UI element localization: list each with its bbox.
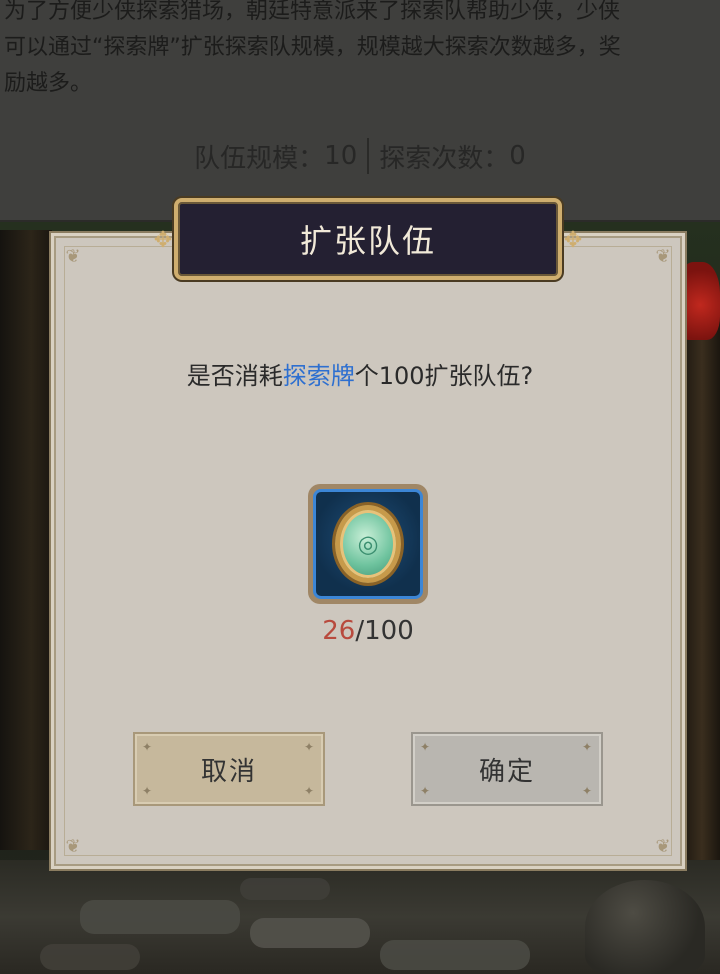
description-line: 可以通过“探索牌”扩张探索队规模，规模越大探索次数越多，奖 (4, 35, 621, 60)
confirm-button-label: 确定 (478, 756, 535, 787)
dialog-title: 扩张队伍 (299, 222, 436, 260)
exploration-token-icon: ◎ (335, 505, 401, 583)
title-ornament-icon: ✥ (153, 228, 173, 253)
explore-count-value: 0 (509, 141, 526, 171)
tree-trunk-left (0, 230, 52, 850)
team-stats: 队伍规模： 10 探索次数： 0 (0, 136, 720, 176)
cancel-button-label: 取消 (200, 756, 257, 787)
path-stone (80, 900, 240, 934)
button-corner-icon: ✦ (304, 740, 317, 754)
red-bag-icon (676, 262, 720, 340)
title-ornament-icon: ✥ (563, 228, 583, 253)
prompt-prefix: 是否消耗 (186, 362, 283, 390)
path-stone (40, 944, 140, 970)
prompt-item-name: 探索牌 (282, 362, 355, 390)
description-text: 为了方便少侠探索猎场，朝廷特意派来了探索队帮助少侠，少侠 可以通过“探索牌”扩张… (0, 0, 720, 102)
description-line: 励越多。 (4, 71, 93, 96)
confirm-prompt: 是否消耗探索牌个100扩张队伍? (0, 356, 720, 391)
description-line: 为了方便少侠探索猎场，朝廷特意派来了探索队帮助少侠，少侠 (4, 0, 621, 24)
path-stone (250, 918, 370, 948)
prompt-suffix: 个100扩张队伍? (354, 362, 534, 390)
item-slot-inner: ◎ (313, 489, 423, 599)
cancel-button[interactable]: ✦ ✦ ✦ ✦ 取消 (135, 734, 323, 804)
item-count: 26/100 (0, 616, 720, 646)
explore-count-label: 探索次数： (379, 143, 510, 174)
team-size-value: 10 (324, 141, 358, 171)
rock (585, 880, 705, 974)
path-stone (380, 940, 530, 970)
info-panel: 为了方便少侠探索猎场，朝廷特意派来了探索队帮助少侠，少侠 可以通过“探索牌”扩张… (0, 0, 720, 222)
button-corner-icon: ✦ (582, 784, 595, 798)
path-stone (240, 878, 330, 900)
corner-ornament-icon: ❦ (65, 246, 81, 267)
corner-ornament-icon: ❦ (655, 246, 671, 267)
button-corner-icon: ✦ (420, 740, 433, 754)
button-corner-icon: ✦ (142, 784, 155, 798)
token-glyph: ◎ (357, 530, 379, 558)
corner-ornament-icon: ❦ (655, 836, 671, 857)
stats-divider (367, 138, 370, 174)
owned-count: 26 (322, 616, 356, 646)
corner-ornament-icon: ❦ (65, 836, 81, 857)
button-corner-icon: ✦ (420, 784, 433, 798)
button-corner-icon: ✦ (582, 740, 595, 754)
dialog-title-plate: 扩张队伍 (174, 198, 562, 280)
button-corner-icon: ✦ (304, 784, 317, 798)
button-corner-icon: ✦ (142, 740, 155, 754)
item-slot[interactable]: ◎ (308, 484, 428, 604)
confirm-button[interactable]: ✦ ✦ ✦ ✦ 确定 (413, 734, 601, 804)
team-size-label: 队伍规模： (194, 143, 325, 174)
required-count: /100 (355, 616, 414, 646)
